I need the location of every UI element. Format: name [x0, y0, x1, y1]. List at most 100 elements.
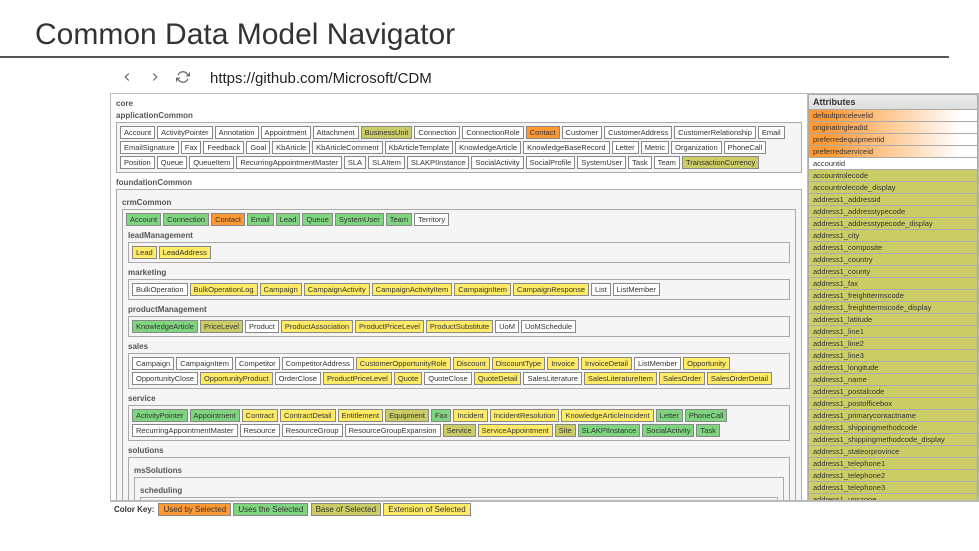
attribute-row[interactable]: address1_name — [808, 374, 978, 386]
entity-tile[interactable]: ListMember — [613, 283, 660, 296]
entity-tile[interactable]: Contact — [526, 126, 560, 139]
entity-tile[interactable]: Appointment — [190, 409, 240, 422]
attribute-row[interactable]: address1_city — [808, 230, 978, 242]
entity-tile[interactable]: KnowledgeBaseRecord — [523, 141, 609, 154]
entity-tile[interactable]: RecurringAppointmentMaster — [236, 156, 342, 169]
entity-tile[interactable]: Task — [628, 156, 651, 169]
entity-tile[interactable]: ResourceGroupExpansion — [345, 424, 441, 437]
entity-tile[interactable]: ActivityPointer — [157, 126, 213, 139]
entity-tile[interactable]: KnowledgeArticleIncident — [561, 409, 653, 422]
entity-tile[interactable]: Connection — [163, 213, 209, 226]
entity-tile[interactable]: Feedback — [203, 141, 244, 154]
entity-tile[interactable]: Letter — [612, 141, 639, 154]
entity-tile[interactable]: Invoice — [547, 357, 579, 370]
entity-tile[interactable]: ListMember — [634, 357, 681, 370]
attribute-row[interactable]: address1_latitude — [808, 314, 978, 326]
attribute-row[interactable]: address1_telephone3 — [808, 482, 978, 494]
entity-tile[interactable]: SystemUser — [577, 156, 626, 169]
entity-tile[interactable]: KnowledgeArticle — [455, 141, 521, 154]
entity-tile[interactable]: QuoteDetail — [474, 372, 522, 385]
attribute-row[interactable]: accountrolecode_display — [808, 182, 978, 194]
entity-tile[interactable]: SalesOrder — [659, 372, 705, 385]
entity-tile[interactable]: ProductPriceLevel — [355, 320, 424, 333]
attribute-row[interactable]: address1_composite — [808, 242, 978, 254]
entity-tile[interactable]: PriceLevel — [200, 320, 243, 333]
entity-tile[interactable]: SocialProfile — [526, 156, 576, 169]
entity-tile[interactable]: Account — [126, 213, 161, 226]
entity-tile[interactable]: Campaign — [132, 357, 174, 370]
entity-tile[interactable]: Customer — [562, 126, 603, 139]
entity-tile[interactable]: CampaignItem — [454, 283, 511, 296]
entity-tile[interactable]: Lead — [132, 246, 157, 259]
entity-tile[interactable]: KbArticle — [272, 141, 310, 154]
entity-tile[interactable]: Team — [386, 213, 412, 226]
entity-tile[interactable]: Team — [654, 156, 680, 169]
entity-tile[interactable]: ProductSubstitute — [426, 320, 493, 333]
entity-tile[interactable]: RecurringAppointmentMaster — [132, 424, 238, 437]
entity-tile[interactable]: UoMSchedule — [521, 320, 576, 333]
entity-tile[interactable]: CompetitorAddress — [282, 357, 354, 370]
entity-tile[interactable]: PhoneCall — [724, 141, 767, 154]
entity-tile[interactable]: Site — [555, 424, 576, 437]
entity-tile[interactable]: Letter — [656, 409, 683, 422]
entity-tile[interactable]: Service — [443, 424, 476, 437]
entity-tile[interactable]: Opportunity — [683, 357, 730, 370]
forward-icon[interactable] — [148, 70, 162, 87]
entity-tile[interactable]: BusinessUnit — [361, 126, 413, 139]
entity-tile[interactable]: OrderClose — [275, 372, 321, 385]
entity-tile[interactable]: Territory — [414, 213, 449, 226]
entity-tile[interactable]: Account — [120, 126, 155, 139]
entity-tile[interactable]: SalesLiteratureItem — [584, 372, 657, 385]
entity-tile[interactable]: KbArticleTemplate — [385, 141, 453, 154]
entity-tile[interactable]: Metric — [641, 141, 669, 154]
entity-tile[interactable]: Appointment — [261, 126, 311, 139]
entity-tile[interactable]: CampaignResponse — [513, 283, 589, 296]
entity-tile[interactable]: Competitor — [235, 357, 280, 370]
attribute-row[interactable]: defaultpricelevelid — [808, 110, 978, 122]
entity-tile[interactable]: IncidentResolution — [490, 409, 560, 422]
entity-tile[interactable]: Annotation — [215, 126, 259, 139]
entity-tile[interactable]: SalesLiterature — [523, 372, 581, 385]
entity-tile[interactable]: Lead — [276, 213, 301, 226]
entity-tile[interactable]: Email — [247, 213, 274, 226]
entity-tile[interactable]: CampaignActivityItem — [372, 283, 453, 296]
attribute-row[interactable]: originatingleadid — [808, 122, 978, 134]
entity-tile[interactable]: CustomerOpportunityRole — [356, 357, 451, 370]
entity-tile[interactable]: ActivityPointer — [132, 409, 188, 422]
back-icon[interactable] — [120, 70, 134, 87]
entity-tile[interactable]: BulkOperationLog — [190, 283, 258, 296]
entity-tile[interactable]: Resource — [240, 424, 280, 437]
entity-tile[interactable]: QueueItem — [189, 156, 234, 169]
entity-tile[interactable]: SocialActivity — [642, 424, 694, 437]
attribute-row[interactable]: address1_country — [808, 254, 978, 266]
entity-tile[interactable]: Connection — [414, 126, 460, 139]
attribute-row[interactable]: address1_primarycontactname — [808, 410, 978, 422]
attribute-row[interactable]: address1_telephone2 — [808, 470, 978, 482]
entity-tile[interactable]: Email — [758, 126, 785, 139]
entity-tile[interactable]: LeadAddress — [159, 246, 211, 259]
entity-tile[interactable]: Quote — [394, 372, 422, 385]
entity-tile[interactable]: SystemUser — [335, 213, 384, 226]
entity-tile[interactable]: SLAKPIInstance — [578, 424, 641, 437]
entity-tile[interactable]: BulkOperation — [132, 283, 188, 296]
entity-tile[interactable]: CustomerAddress — [604, 126, 672, 139]
entity-tile[interactable]: DiscountType — [492, 357, 545, 370]
entity-tile[interactable]: Organization — [671, 141, 722, 154]
attribute-row[interactable]: address1_addressid — [808, 194, 978, 206]
refresh-icon[interactable] — [176, 70, 190, 87]
attribute-row[interactable]: preferredequipmentid — [808, 134, 978, 146]
entity-tile[interactable]: PhoneCall — [685, 409, 728, 422]
entity-tile[interactable]: Queue — [302, 213, 333, 226]
entity-tile[interactable]: OpportunityProduct — [200, 372, 273, 385]
entity-tile[interactable]: Contract — [242, 409, 278, 422]
entity-tile[interactable]: SLAItem — [368, 156, 405, 169]
attribute-row[interactable]: address1_stateorprovince — [808, 446, 978, 458]
entity-tile[interactable]: CampaignItem — [176, 357, 233, 370]
attribute-row[interactable]: address1_postofficebox — [808, 398, 978, 410]
entity-tile[interactable]: Incident — [453, 409, 487, 422]
attribute-row[interactable]: accountid — [808, 158, 978, 170]
entity-tile[interactable]: OpportunityClose — [132, 372, 198, 385]
entity-tile[interactable]: Task — [696, 424, 719, 437]
entity-tile[interactable]: KnowledgeArticle — [132, 320, 198, 333]
attribute-row[interactable]: address1_postalcode — [808, 386, 978, 398]
